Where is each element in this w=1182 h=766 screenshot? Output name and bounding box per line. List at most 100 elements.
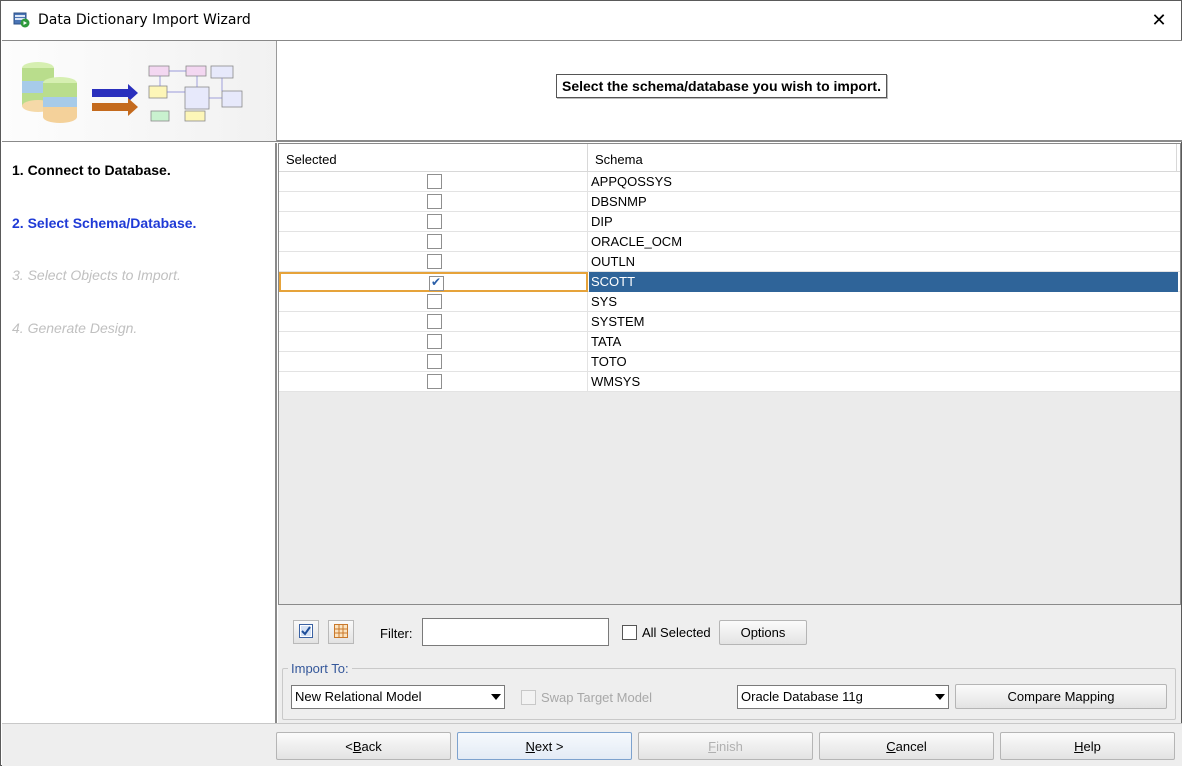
schema-select-checkbox[interactable] — [427, 334, 442, 349]
table-row[interactable]: SYS — [279, 292, 1180, 312]
import-illustration — [2, 41, 277, 141]
select-all-button[interactable] — [293, 620, 319, 644]
wizard-steps: 1. Connect to Database. 2. Select Schema… — [2, 143, 277, 723]
cancel-button-label: ancel — [895, 738, 927, 754]
back-button-mnemonic: B — [352, 738, 362, 754]
step-select-schema[interactable]: 2. Select Schema/Database. — [12, 215, 196, 231]
wizard-footer: < Back Next > Finish Cancel Help — [2, 723, 1182, 766]
all-selected-checkbox[interactable] — [622, 625, 637, 640]
selected-cell[interactable] — [279, 352, 588, 372]
schema-name-cell[interactable]: WMSYS — [589, 372, 1178, 392]
wizard-window: Data Dictionary Import Wizard ✕ Select t… — [0, 0, 1182, 766]
back-button-label: ack — [361, 738, 382, 754]
import-to-group: Import To: New Relational Model Swap Tar… — [282, 661, 1176, 720]
cancel-button-mnemonic: C — [886, 738, 896, 754]
schema-name-cell[interactable]: SCOTT — [589, 272, 1178, 292]
table-row[interactable]: DBSNMP — [279, 192, 1180, 212]
selected-cell[interactable] — [279, 292, 588, 312]
schema-name-cell[interactable]: TOTO — [589, 352, 1178, 372]
schema-name-cell[interactable]: SYSTEM — [589, 312, 1178, 332]
table-row[interactable]: TATA — [279, 332, 1180, 352]
chevron-down-icon — [935, 694, 945, 700]
options-button[interactable]: Options — [719, 620, 807, 645]
schema-name-cell[interactable]: OUTLN — [589, 252, 1178, 272]
next-button-label: ext > — [534, 738, 564, 754]
schema-select-checkbox[interactable] — [427, 374, 442, 389]
help-button[interactable]: Help — [1000, 732, 1175, 760]
import-to-legend: Import To: — [288, 661, 352, 676]
deselect-all-button[interactable] — [328, 620, 354, 644]
schema-select-checkbox[interactable] — [427, 254, 442, 269]
title-bar: Data Dictionary Import Wizard ✕ — [1, 1, 1181, 39]
back-button[interactable]: < Back — [276, 732, 451, 760]
selected-cell[interactable] — [279, 232, 588, 252]
selected-cell[interactable] — [279, 312, 588, 332]
finish-button-label: inish — [716, 738, 743, 754]
app-icon — [13, 12, 30, 28]
selected-cell[interactable] — [279, 372, 588, 392]
filter-label: Filter: — [380, 626, 413, 641]
selected-cell[interactable] — [279, 192, 588, 212]
content-panel: Selected Schema APPQOSSYS DBSNMP DIP ORACLE… — [278, 143, 1181, 723]
selected-cell[interactable] — [279, 172, 588, 192]
schema-name-cell[interactable]: ORACLE_OCM — [589, 232, 1178, 252]
schema-select-checkbox[interactable] — [429, 275, 444, 291]
table-row[interactable]: ORACLE_OCM — [279, 232, 1180, 252]
selected-cell[interactable] — [279, 252, 588, 272]
close-icon[interactable]: ✕ — [1137, 1, 1181, 39]
check-all-icon — [298, 623, 314, 642]
schema-name-cell[interactable]: DBSNMP — [589, 192, 1178, 212]
chevron-down-icon — [491, 694, 501, 700]
schema-select-checkbox[interactable] — [427, 354, 442, 369]
finish-button: Finish — [638, 732, 813, 760]
table-row[interactable]: OUTLN — [279, 252, 1180, 272]
table-header: Selected Schema — [279, 144, 1180, 172]
schema-name-cell[interactable]: DIP — [589, 212, 1178, 232]
schema-select-checkbox[interactable] — [427, 194, 442, 209]
table-grid-icon — [333, 623, 349, 642]
table-row[interactable]: APPQOSSYS — [279, 172, 1180, 192]
compare-mapping-button[interactable]: Compare Mapping — [955, 684, 1167, 709]
table-row[interactable]: WMSYS — [279, 372, 1180, 392]
database-version-select[interactable]: Oracle Database 11g — [737, 685, 949, 709]
schema-select-checkbox[interactable] — [427, 294, 442, 309]
schema-select-checkbox[interactable] — [427, 234, 442, 249]
schema-select-checkbox[interactable] — [427, 214, 442, 229]
step-connect-database[interactable]: 1. Connect to Database. — [12, 162, 171, 178]
table-row[interactable]: SYSTEM — [279, 312, 1180, 332]
table-row[interactable]: TOTO — [279, 352, 1180, 372]
swap-target-model-checkbox — [521, 690, 536, 705]
help-button-mnemonic: H — [1074, 738, 1084, 754]
page-heading: Select the schema/database you wish to i… — [556, 74, 887, 98]
table-row[interactable]: SCOTT — [279, 272, 1180, 292]
filter-input[interactable] — [422, 618, 609, 646]
table-body: APPQOSSYSDBSNMPDIPORACLE_OCMOUTLNSCOTTSY… — [279, 172, 1180, 392]
schema-name-cell[interactable]: TATA — [589, 332, 1178, 352]
all-selected-label[interactable]: All Selected — [642, 625, 711, 640]
swap-target-model-label: Swap Target Model — [541, 690, 653, 705]
database-version-value: Oracle Database 11g — [741, 689, 863, 704]
window-title: Data Dictionary Import Wizard — [38, 12, 251, 28]
target-model-select[interactable]: New Relational Model — [291, 685, 505, 709]
back-button-prefix: < — [345, 738, 353, 754]
target-model-value: New Relational Model — [295, 689, 422, 704]
schema-select-checkbox[interactable] — [427, 174, 442, 189]
cancel-button[interactable]: Cancel — [819, 732, 994, 760]
help-button-label: elp — [1083, 738, 1101, 754]
column-header-selected[interactable]: Selected — [279, 144, 588, 172]
schema-name-cell[interactable]: SYS — [589, 292, 1178, 312]
filter-bar: Filter: All Selected Options Import To: … — [278, 605, 1181, 723]
selected-cell[interactable] — [279, 212, 588, 232]
column-header-schema[interactable]: Schema — [588, 144, 1177, 172]
next-button[interactable]: Next > — [457, 732, 632, 760]
finish-button-mnemonic: F — [708, 738, 717, 754]
selected-cell[interactable] — [279, 332, 588, 352]
wizard-banner: Select the schema/database you wish to i… — [2, 40, 1182, 142]
schema-select-checkbox[interactable] — [427, 314, 442, 329]
selected-cell[interactable] — [279, 272, 588, 292]
step-generate-design: 4. Generate Design. — [12, 320, 138, 336]
table-row[interactable]: DIP — [279, 212, 1180, 232]
schema-table: Selected Schema APPQOSSYS DBSNMP DIP ORACLE… — [278, 143, 1181, 605]
step-select-objects: 3. Select Objects to Import. — [12, 267, 181, 283]
schema-name-cell[interactable]: APPQOSSYS — [589, 172, 1178, 192]
